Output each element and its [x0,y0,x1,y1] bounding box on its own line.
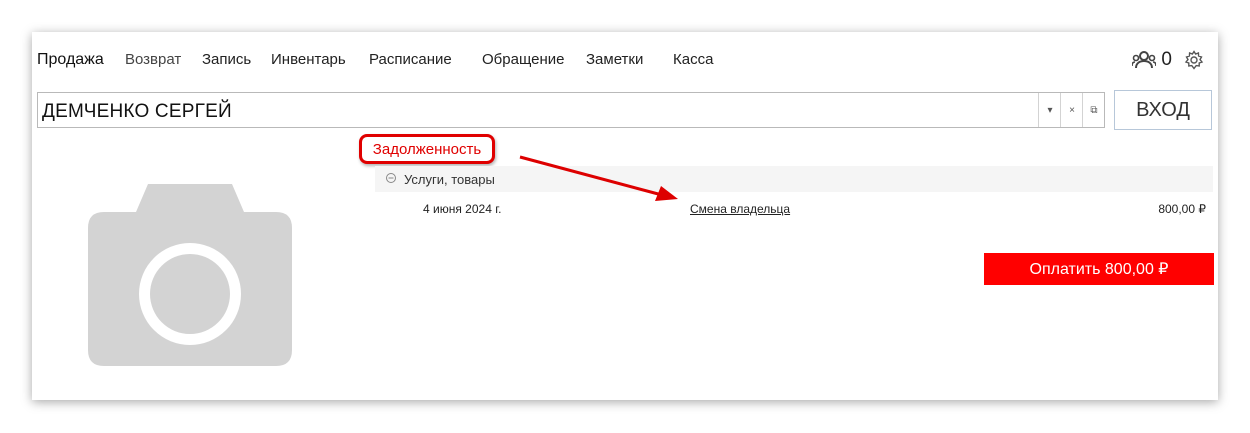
menu-item-sale[interactable]: Продажа [37,51,104,69]
camera-icon [88,184,292,366]
client-field[interactable]: ДЕМЧЕНКО СЕРГЕЙ ▾ × ⧉ [37,92,1105,128]
debt-tab[interactable]: Задолженность [359,134,495,164]
collapse-icon[interactable] [385,172,397,184]
menu-item-return[interactable]: Возврат [125,51,181,68]
users-icon[interactable] [1132,50,1157,70]
debt-item-name-link[interactable]: Смена владельца [690,202,790,216]
pay-button[interactable]: Оплатить 800,00 ₽ [984,253,1214,285]
debt-item-amount: 800,00 ₽ [1158,202,1206,216]
users-count: 0 [1161,49,1172,70]
debt-group-row[interactable]: Услуги, товары [375,166,1213,192]
header-tools: 0 [1132,48,1204,72]
menu-item-cash[interactable]: Касса [673,51,713,68]
sales-window: Продажа Возврат Запись Инвентарь Расписа… [32,32,1218,400]
client-name: ДЕМЧЕНКО СЕРГЕЙ [42,101,232,122]
client-clear-button[interactable]: × [1060,93,1083,127]
menu-item-request[interactable]: Обращение [482,51,564,68]
debt-group-label: Услуги, товары [404,172,495,187]
menu-item-notes[interactable]: Заметки [586,51,643,68]
login-button[interactable]: ВХОД [1114,90,1212,130]
menu-item-booking[interactable]: Запись [202,51,251,68]
menu-item-inventory[interactable]: Инвентарь [271,51,346,68]
gear-icon[interactable] [1184,50,1204,70]
client-open-button[interactable]: ⧉ [1082,93,1105,127]
client-dropdown-button[interactable]: ▾ [1038,93,1061,127]
top-menu: Продажа Возврат Запись Инвентарь Расписа… [32,32,1218,88]
menu-item-schedule[interactable]: Расписание [369,51,452,68]
debt-item-date: 4 июня 2024 г. [423,202,502,216]
